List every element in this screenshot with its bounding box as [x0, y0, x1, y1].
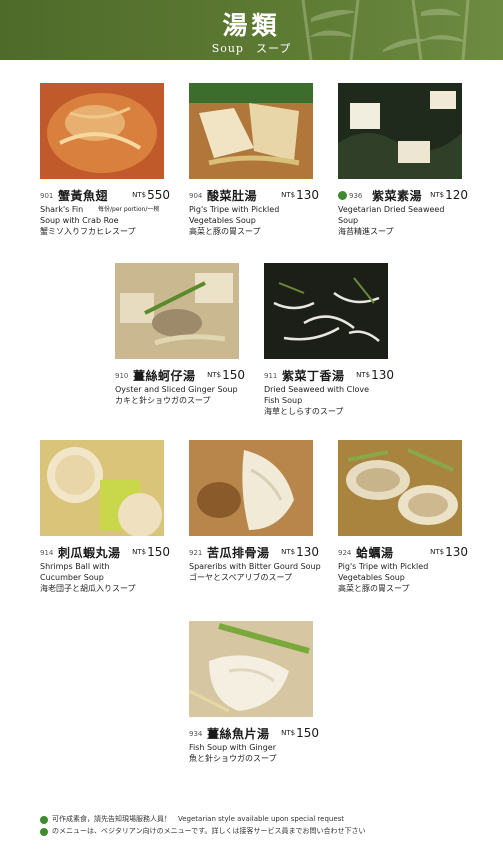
item-code: 921 — [189, 549, 203, 557]
item-name-en-2: Cucumber Soup — [40, 573, 104, 582]
item-name-en-2: Soup with Crab Roe — [40, 216, 119, 225]
dish-photo — [264, 263, 388, 359]
item-code: 934 — [189, 730, 203, 738]
item-name-jp: カキと針ショウガのスープ — [115, 396, 211, 405]
menu-item-910: 910 薑絲蚵仔湯 NT$150 Oyster and Sliced Ginge… — [115, 263, 245, 406]
vegetarian-icon — [40, 816, 48, 824]
item-name-en: Dried Seaweed with Clove — [264, 385, 369, 394]
item-name-en: Oyster and Sliced Ginger Soup — [115, 385, 238, 394]
item-name-en: Spareribs with Bitter Gourd Soup — [189, 562, 321, 571]
menu-item-901: 901 蟹黃魚翅 NT$550 Shark's Fin 每份/per portio… — [40, 83, 170, 237]
currency-label: NT$ — [132, 191, 147, 199]
currency-label: NT$ — [281, 729, 296, 737]
item-code: 936 — [349, 192, 363, 200]
currency-label: NT$ — [281, 191, 296, 199]
item-name-en: Pig's Tripe with Pickled — [338, 562, 429, 571]
item-name-en-2: Fish Soup — [264, 396, 303, 405]
menu-item-936: 936 紫菜素湯 NT$120 Vegetarian Dried Seaweed… — [338, 83, 468, 237]
item-price: NT$150 — [132, 545, 170, 559]
footer-note-vegetarian: 可作成素食，請先告知現場服務人員！ Vegetarian style avail… — [40, 814, 480, 826]
dish-photo — [189, 621, 313, 717]
item-name-jp: 魚と針ショウガのスープ — [189, 754, 277, 763]
item-name-zh: 蛤蠣湯 — [356, 546, 394, 560]
item-price: NT$550 — [132, 188, 170, 202]
currency-label: NT$ — [430, 548, 445, 556]
item-price: NT$130 — [356, 368, 394, 382]
menu-item-924: 924 蛤蠣湯 NT$130 Pig's Tripe with Pickled … — [338, 440, 468, 594]
menu-item-914: 914 刺瓜蝦丸湯 NT$150 Shrimps Ball with Cucum… — [40, 440, 170, 594]
currency-label: NT$ — [430, 191, 445, 199]
vegetarian-icon — [40, 828, 48, 836]
item-price: NT$130 — [281, 188, 319, 202]
item-code: 910 — [115, 372, 129, 380]
dish-photo — [189, 440, 313, 536]
footer-notes: 可作成素食，請先告知現場服務人員！ Vegetarian style avail… — [40, 814, 480, 838]
item-name-en: Fish Soup with Ginger — [189, 743, 276, 752]
item-code: 901 — [40, 192, 54, 200]
item-name-zh: 薑絲魚片湯 — [207, 727, 270, 741]
item-name-jp: 高菜と豚の胃スープ — [338, 584, 410, 593]
item-name-jp: 高菜と豚の胃スープ — [189, 227, 261, 236]
item-name-zh: 刺瓜蝦丸湯 — [58, 546, 121, 560]
footer-note-japanese: のメニューは、ベジタリアン向けのメニューです。詳しくは接客サービス員までお問い合… — [40, 826, 480, 838]
vegetarian-icon — [338, 191, 347, 200]
item-name-en-2: Vegetables Soup — [189, 216, 256, 225]
dish-photo — [40, 83, 164, 179]
item-name-en: Vegetarian Dried Seaweed — [338, 205, 445, 214]
dish-photo — [338, 440, 462, 536]
item-name-jp: ゴーヤとスペアリブのスープ — [189, 573, 292, 582]
item-code: 904 — [189, 192, 203, 200]
item-name-zh: 紫菜素湯 — [372, 189, 423, 203]
menu-header: 湯類 Soup スープ — [0, 0, 503, 60]
menu-item-921: 921 苦瓜排骨湯 NT$130 Spareribs with Bitter G… — [189, 440, 321, 583]
item-price: NT$120 — [430, 188, 468, 202]
menu-item-911: 911 紫菜丁香湯 NT$130 Dried Seaweed with Clov… — [264, 263, 394, 417]
item-name-zh: 蟹黃魚翅 — [58, 189, 109, 203]
item-name-jp: 蟹ミソ入りフカヒレスープ — [40, 227, 136, 236]
item-name-jp: 海草としらすのスープ — [264, 407, 344, 416]
item-name-en: Pig's Tripe with Pickled — [189, 205, 280, 214]
item-name-zh: 酸菜肚湯 — [207, 189, 258, 203]
item-name-en-2: Soup — [338, 216, 359, 225]
item-price: NT$150 — [207, 368, 245, 382]
dish-photo — [338, 83, 462, 179]
item-price: NT$130 — [430, 545, 468, 559]
item-name-jp: 海老団子と胡瓜入りスープ — [40, 584, 136, 593]
item-name-en-2: Vegetables Soup — [338, 573, 405, 582]
page-title: 湯類 — [222, 11, 281, 40]
dish-photo — [189, 83, 313, 179]
item-name-en: Shark's Fin 每份/per portion/一椀 — [40, 205, 160, 214]
currency-label: NT$ — [207, 371, 222, 379]
item-price: NT$150 — [281, 726, 319, 740]
item-code: 911 — [264, 372, 278, 380]
menu-item-934: 934 薑絲魚片湯 NT$150 Fish Soup with Ginger 魚… — [189, 621, 319, 764]
item-name-zh: 薑絲蚵仔湯 — [133, 369, 196, 383]
dish-photo — [40, 440, 164, 536]
dish-photo — [115, 263, 239, 359]
item-name-en: Shrimps Ball with — [40, 562, 110, 571]
portion-note: 每份/per portion/一椀 — [98, 206, 160, 213]
currency-label: NT$ — [281, 548, 296, 556]
item-code: 924 — [338, 549, 352, 557]
item-name-zh: 紫菜丁香湯 — [282, 369, 345, 383]
currency-label: NT$ — [132, 548, 147, 556]
currency-label: NT$ — [356, 371, 371, 379]
page-subtitle: Soup スープ — [211, 42, 292, 55]
item-price: NT$130 — [281, 545, 319, 559]
item-name-zh: 苦瓜排骨湯 — [207, 546, 270, 560]
menu-item-904: 904 酸菜肚湯 NT$130 Pig's Tripe with Pickled… — [189, 83, 319, 237]
item-code: 914 — [40, 549, 54, 557]
item-name-jp: 海苔精進スープ — [338, 227, 394, 236]
